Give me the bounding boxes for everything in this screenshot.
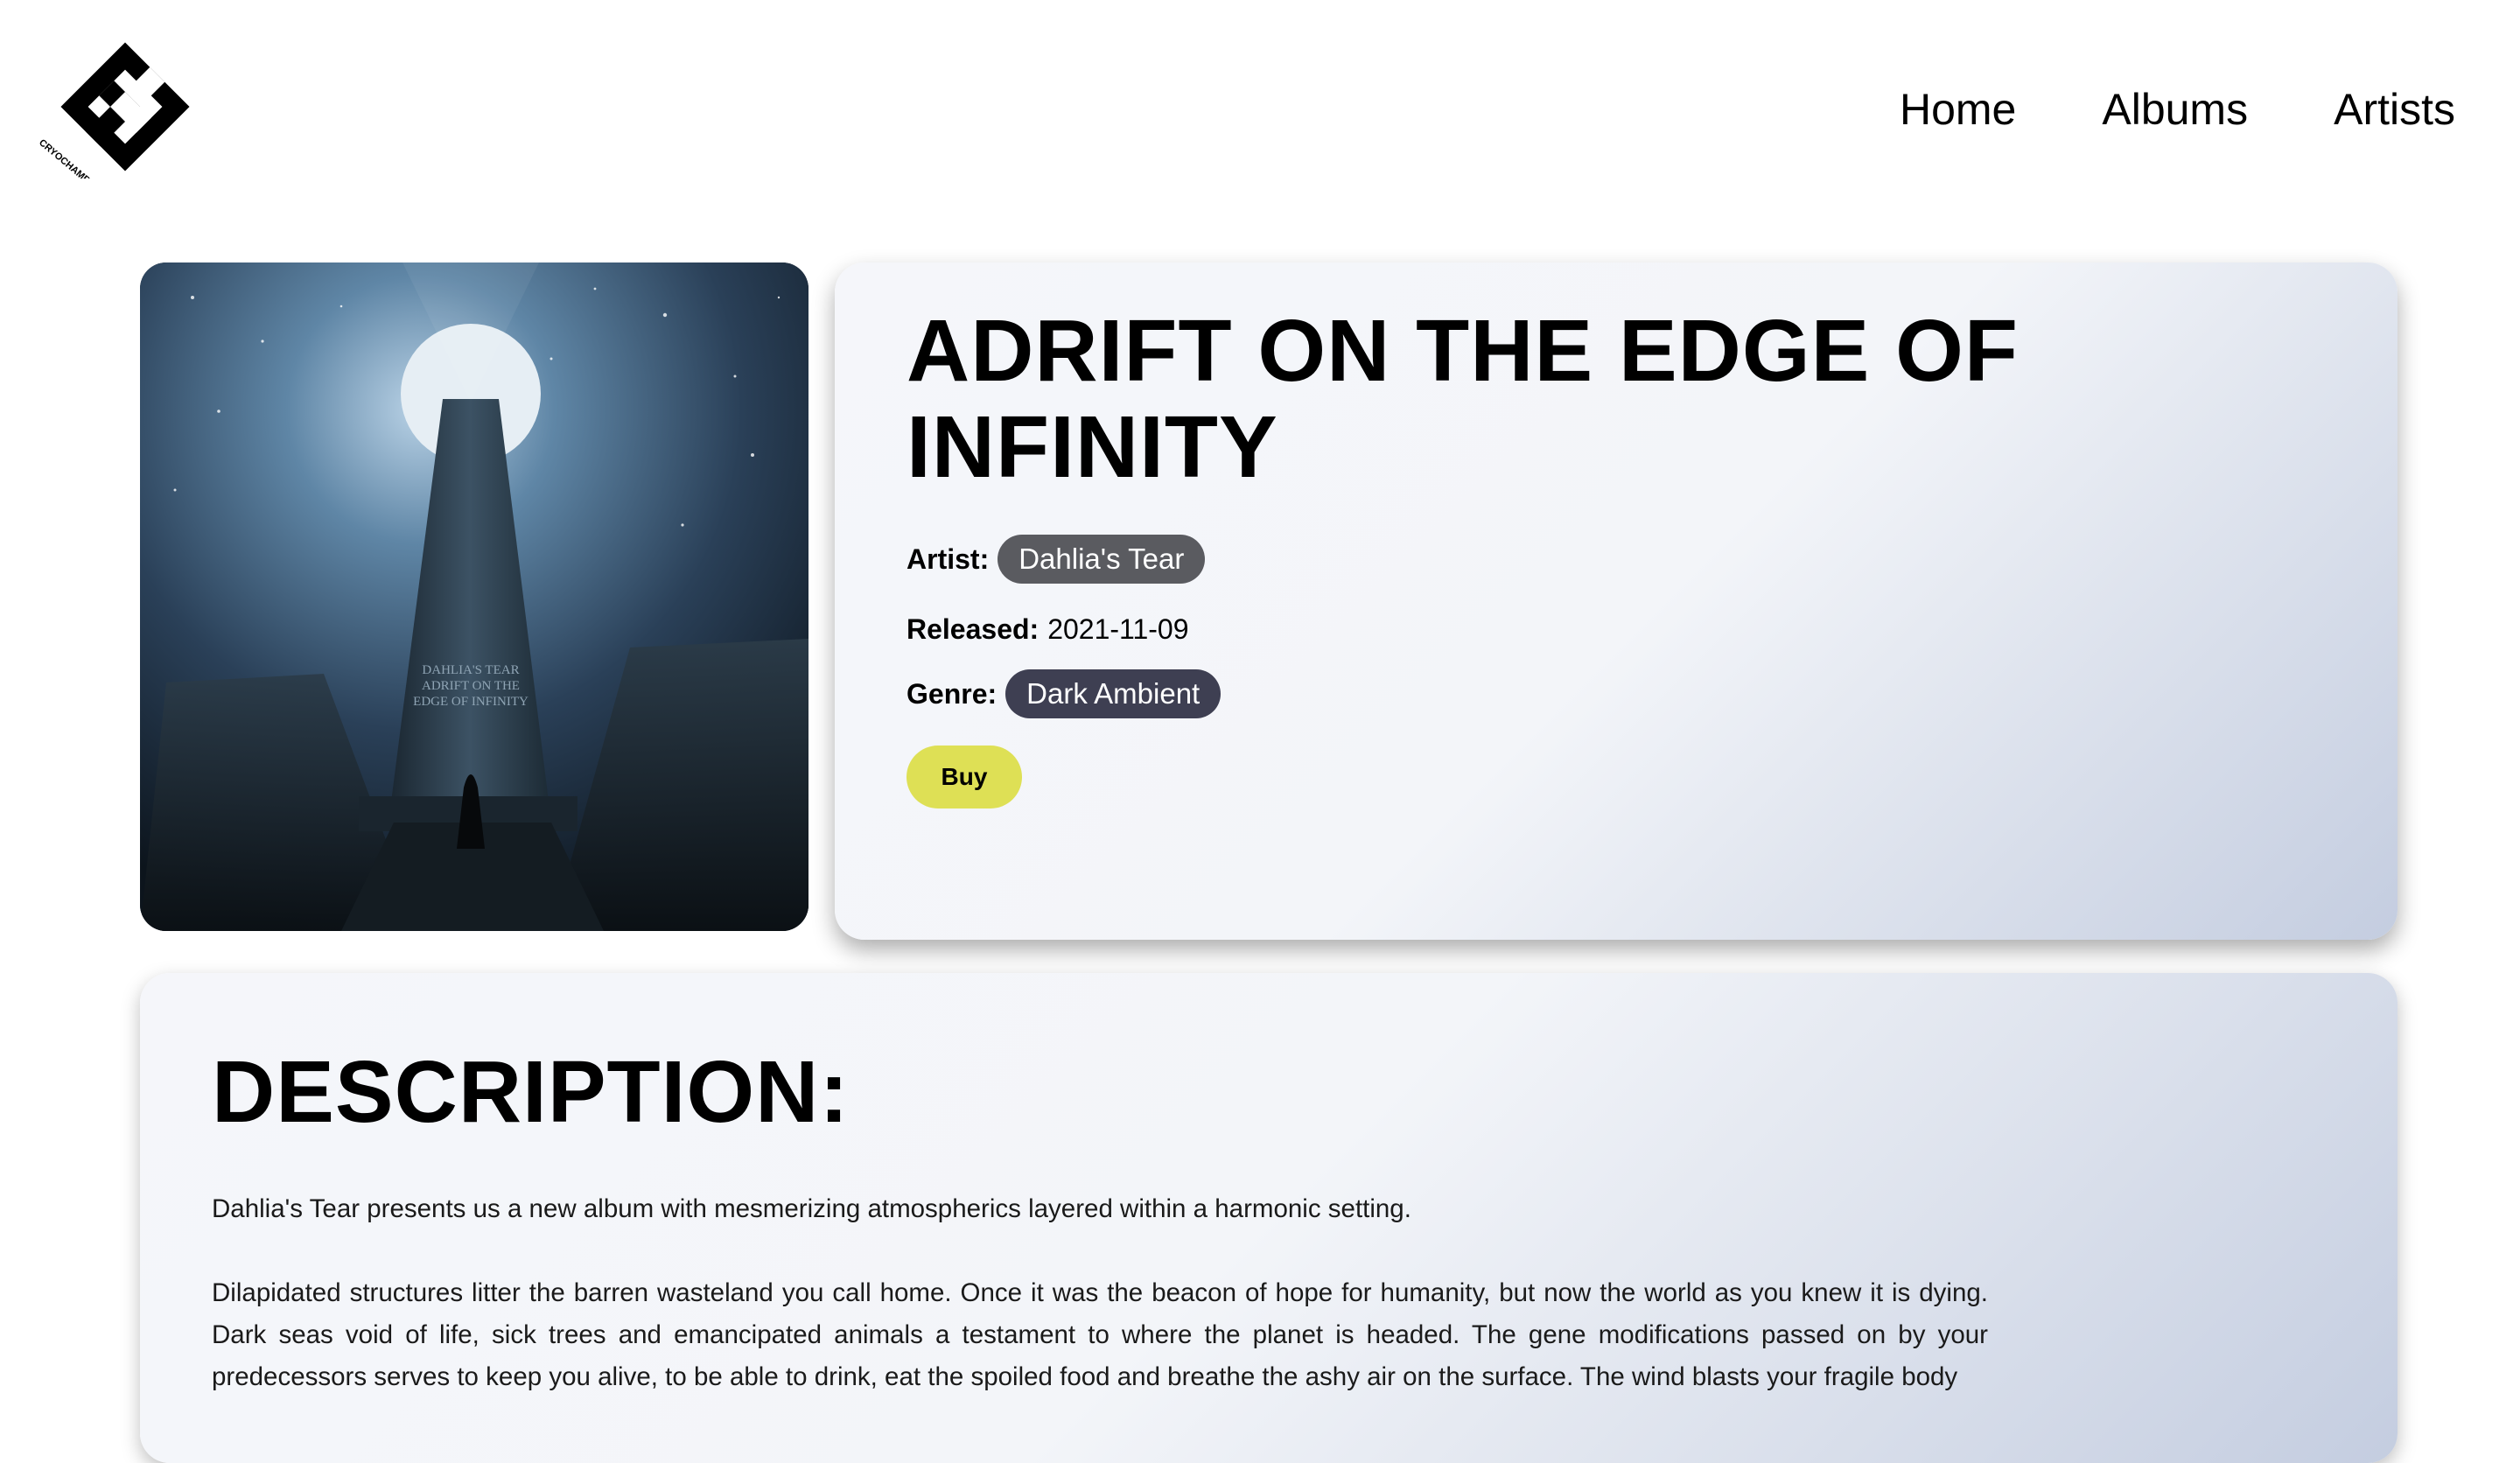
genre-tag[interactable]: Dark Ambient [1005, 669, 1222, 718]
cryochamber-logo[interactable]: CRYOCHAMBER [33, 38, 217, 195]
description-paragraph: Dahlia's Tear presents us a new album wi… [212, 1194, 1411, 1223]
description-paragraph: Dilapidated structures litter the barren… [212, 1278, 1988, 1391]
nav-artists-link[interactable]: Artists [2334, 88, 2455, 131]
album-title: ADRIFT ON THE EDGE OF INFINITY [906, 302, 2019, 496]
released-label: Released: [906, 612, 1040, 645]
genre-label: Genre: [906, 677, 998, 710]
cover-text-line-3: EDGE OF INFINITY [413, 695, 528, 709]
logo-text: CRYOCHAMBER [37, 137, 102, 178]
album-info-card: ADRIFT ON THE EDGE OF INFINITY Artist: D… [835, 262, 2398, 940]
main-nav: Home Albums Artists [1900, 88, 2455, 131]
description-heading: DESCRIPTION: [212, 1043, 850, 1141]
buy-button[interactable]: Buy [906, 746, 1022, 808]
genre-row: Genre: Dark Ambient [906, 668, 2398, 719]
artist-label: Artist: [906, 542, 990, 575]
artist-row: Artist: Dahlia's Tear [906, 534, 2398, 584]
cover-text-line-2: ADRIFT ON THE [422, 679, 520, 693]
nav-home-link[interactable]: Home [1900, 88, 2016, 131]
album-cover-image: DAHLIA'S TEAR ADRIFT ON THE EDGE OF INFI… [140, 262, 808, 931]
release-date: 2021-11-09 [1047, 612, 1189, 645]
nav-albums-link[interactable]: Albums [2102, 88, 2248, 131]
description-card: DESCRIPTION: Dahlia's Tear presents us a… [140, 973, 2398, 1463]
cover-text-line-1: DAHLIA'S TEAR [422, 663, 519, 677]
artist-tag[interactable]: Dahlia's Tear [998, 535, 1206, 584]
released-row: Released: 2021-11-09 [906, 604, 2398, 654]
